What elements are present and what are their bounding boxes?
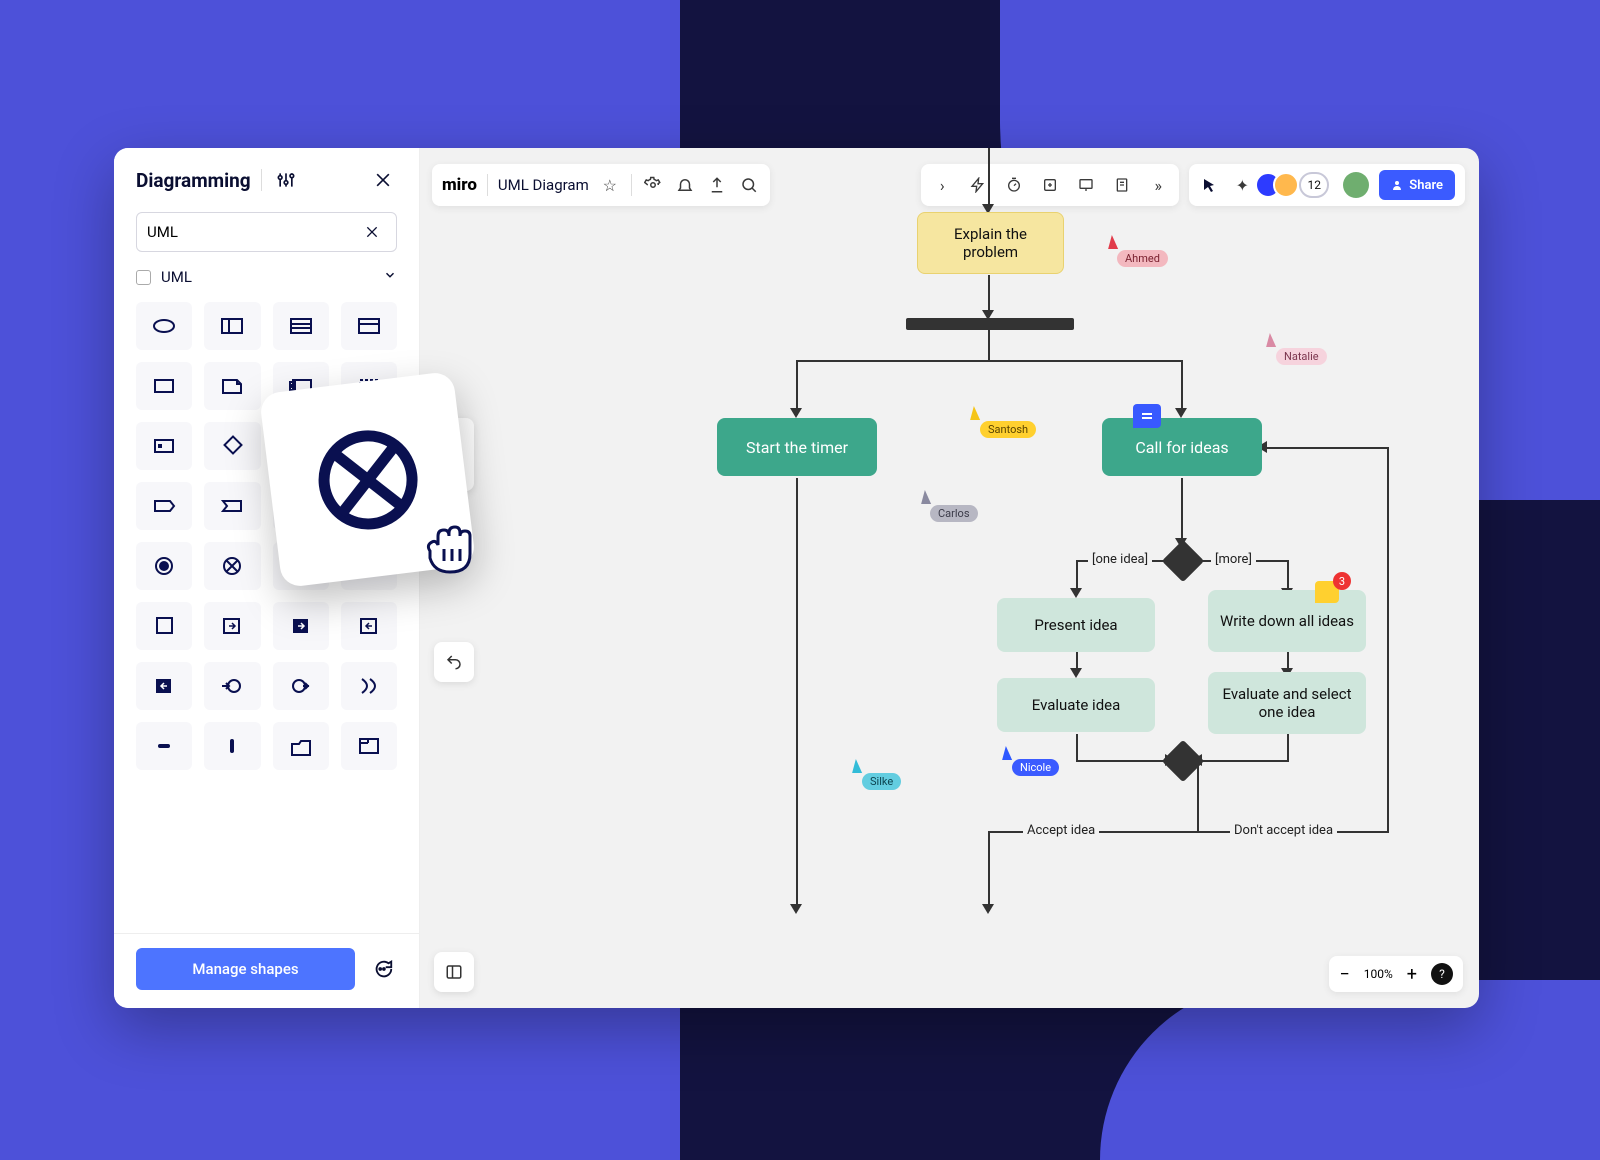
shape-exit-right[interactable]: [204, 602, 260, 650]
shape-receive[interactable]: [204, 482, 260, 530]
cursor-icon: [1108, 235, 1122, 249]
edge-label-accept: Accept idea: [1023, 823, 1099, 838]
chat-icon[interactable]: [369, 955, 397, 983]
shape-flowfinal[interactable]: [341, 662, 397, 710]
node-sync-bar[interactable]: [906, 318, 1074, 330]
close-icon[interactable]: [369, 166, 397, 194]
shape-exit-right-filled[interactable]: [273, 602, 329, 650]
manage-shapes-button[interactable]: Manage shapes: [136, 948, 355, 990]
shape-vbar-short[interactable]: [204, 722, 260, 770]
cursor-icon: [1002, 746, 1016, 760]
shape-class[interactable]: [273, 302, 329, 350]
flow-edge: [1076, 760, 1170, 762]
comment-icon[interactable]: [1133, 404, 1161, 428]
shape-search-input[interactable]: [136, 212, 397, 252]
zoom-value: 100%: [1364, 967, 1393, 981]
cursor-natalie: Natalie: [1276, 348, 1327, 365]
arrow-icon: [1070, 668, 1082, 678]
arrow-icon: [1070, 588, 1082, 598]
zoom-in-button[interactable]: +: [1407, 964, 1417, 985]
node-explain[interactable]: Explain the problem: [917, 212, 1064, 274]
flow-edge: [1076, 734, 1078, 761]
cursor-icon: [852, 759, 866, 773]
cursor-icon: [970, 406, 984, 420]
flow-edge: [796, 360, 798, 415]
cursor-silke: Silke: [862, 773, 901, 790]
arrow-icon: [790, 408, 802, 418]
panel-title: Diagramming: [136, 169, 251, 192]
node-evaluate[interactable]: Evaluate idea: [997, 678, 1155, 732]
shape-package[interactable]: [204, 302, 260, 350]
flow-edge: [1287, 734, 1289, 761]
cursor-icon: [921, 490, 935, 504]
shape-square[interactable]: [136, 602, 192, 650]
flow-edge: [1387, 447, 1389, 833]
flow-edge: [988, 831, 990, 911]
grab-cursor-icon: [420, 525, 480, 585]
shape-filled-circle[interactable]: [136, 542, 192, 590]
arrow-icon: [982, 904, 994, 914]
arrow-icon: [790, 904, 802, 914]
shape-window[interactable]: [341, 722, 397, 770]
shape-ellipse[interactable]: [136, 302, 192, 350]
zoom-control: − 100% + ?: [1329, 956, 1463, 992]
cursor-santosh: Santosh: [980, 421, 1036, 438]
flow-edge: [796, 478, 798, 910]
canvas[interactable]: Explain the problem Start the timer Call…: [420, 148, 1479, 1008]
node-evalselect[interactable]: Evaluate and select one idea: [1208, 672, 1366, 734]
search-text[interactable]: [147, 223, 358, 241]
cursor-carlos: Carlos: [930, 505, 978, 522]
node-call-ideas[interactable]: Call for ideas: [1102, 418, 1262, 476]
flow-edge: [1262, 447, 1388, 449]
shapes-panel: Diagramming UML: [114, 148, 420, 1008]
zoom-out-button[interactable]: −: [1339, 964, 1349, 985]
shape-enter-left-filled[interactable]: [136, 662, 192, 710]
divider: [261, 169, 262, 191]
shape-merge[interactable]: [273, 662, 329, 710]
flow-edge: [1181, 478, 1183, 546]
shape-table[interactable]: [341, 302, 397, 350]
cursor-nicole: Nicole: [1012, 759, 1059, 776]
node-present[interactable]: Present idea: [997, 598, 1155, 652]
filters-icon[interactable]: [272, 166, 300, 194]
help-icon[interactable]: ?: [1431, 963, 1453, 985]
flow-edge: [1197, 761, 1199, 831]
shape-circle-x[interactable]: [204, 542, 260, 590]
flow-edge: [796, 360, 1182, 362]
flow-edge: [1197, 760, 1289, 762]
cursor-icon: [1266, 333, 1280, 347]
shape-folder[interactable]: [273, 722, 329, 770]
node-decision[interactable]: [1162, 540, 1204, 582]
notification-badge: 3: [1333, 572, 1351, 590]
shape-exit-left[interactable]: [341, 602, 397, 650]
chevron-down-icon[interactable]: [383, 268, 397, 286]
flow-edge: [988, 148, 990, 208]
flow-edge: [988, 330, 990, 360]
category-label: UML: [161, 268, 373, 286]
edge-label-dont-accept: Don't accept idea: [1230, 823, 1337, 838]
cursor-ahmed: Ahmed: [1117, 250, 1168, 267]
edge-label-one-idea: [one idea]: [1088, 552, 1152, 567]
shape-join[interactable]: [204, 662, 260, 710]
flow-edge: [1181, 360, 1183, 415]
shape-diamond[interactable]: [204, 422, 260, 470]
shape-minus[interactable]: [136, 722, 192, 770]
shape-note[interactable]: [204, 362, 260, 410]
clear-search-icon[interactable]: [358, 218, 386, 246]
node-writedown[interactable]: Write down all ideas: [1208, 590, 1366, 652]
edge-label-more: [more]: [1211, 552, 1256, 567]
checkbox-icon[interactable]: [136, 270, 151, 285]
arrow-icon: [1175, 408, 1187, 418]
shape-object[interactable]: [136, 422, 192, 470]
shape-tag[interactable]: [136, 482, 192, 530]
node-start-timer[interactable]: Start the timer: [717, 418, 877, 476]
shape-rect[interactable]: [136, 362, 192, 410]
category-row-uml[interactable]: UML: [114, 262, 419, 296]
